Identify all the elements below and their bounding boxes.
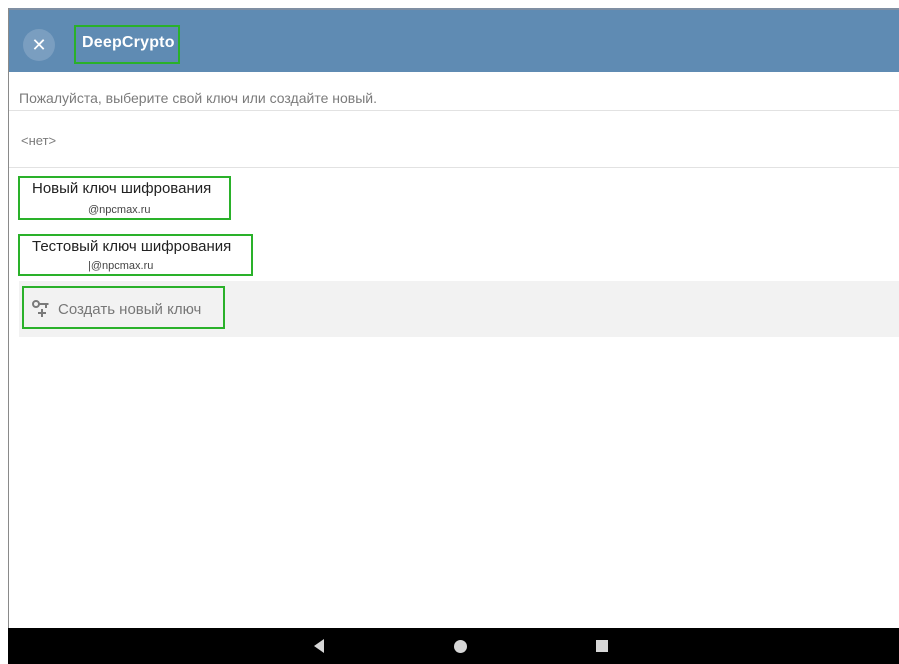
window-left-edge — [8, 8, 9, 628]
app-title: DeepCrypto — [82, 34, 175, 51]
close-button[interactable]: ✕ — [23, 29, 55, 61]
divider — [9, 110, 899, 111]
key-item-test[interactable]: Тестовый ключ шифрования |@npcmax.ru — [18, 234, 253, 276]
key-name: Новый ключ шифрования — [32, 180, 212, 197]
create-key-label: Создать новый ключ — [58, 301, 202, 318]
divider — [9, 167, 899, 168]
app-window: ✕ DeepCrypto Пожалуйста, выберите свой к… — [0, 0, 899, 664]
close-icon: ✕ — [31, 35, 47, 55]
home-circle-icon[interactable] — [454, 640, 467, 653]
key-email: |@npcmax.ru — [88, 260, 154, 272]
key-option-none[interactable]: <нет> — [21, 133, 56, 148]
app-bar: ✕ DeepCrypto — [9, 10, 899, 72]
recents-square-icon[interactable] — [596, 640, 608, 652]
key-email: @npcmax.ru — [88, 204, 151, 216]
key-item-new[interactable]: Новый ключ шифрования @npcmax.ru — [18, 176, 231, 220]
system-nav-bar — [8, 628, 899, 664]
instruction-text: Пожалуйста, выберите свой ключ или созда… — [19, 90, 377, 106]
key-name: Тестовый ключ шифрования — [32, 238, 232, 255]
back-triangle-icon[interactable] — [314, 639, 324, 653]
key-add-icon — [32, 300, 49, 317]
